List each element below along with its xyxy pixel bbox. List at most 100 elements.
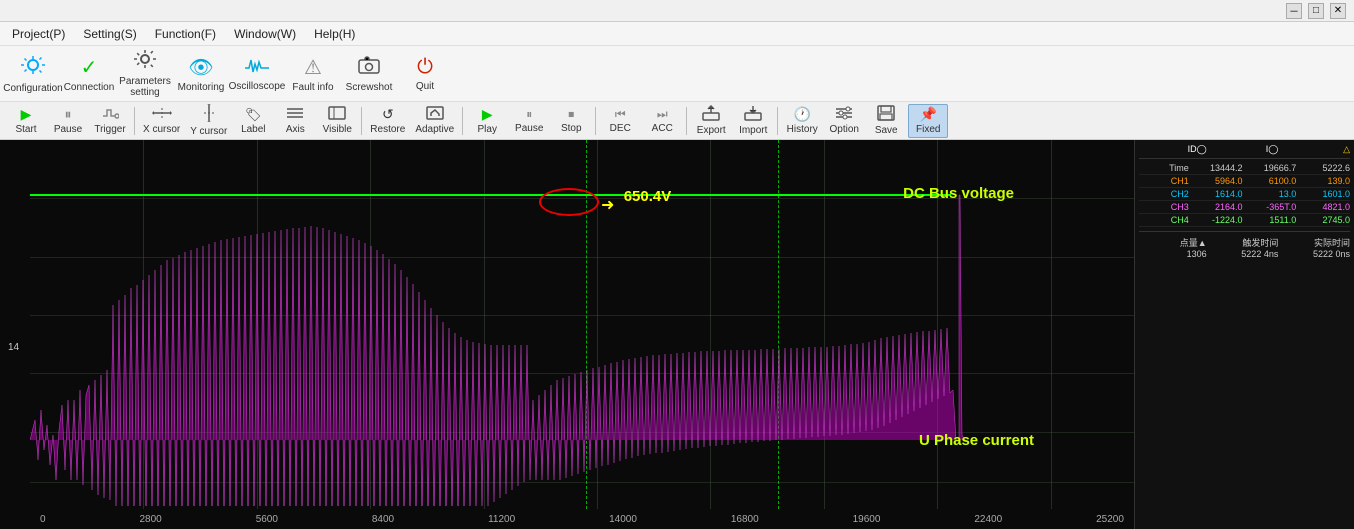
rp-ch3-v1: 2164.0 xyxy=(1193,202,1243,212)
menu-bar: Project(P) Setting(S) Function(F) Window… xyxy=(0,22,1354,46)
menu-project[interactable]: Project(P) xyxy=(4,25,73,43)
stop-label: Stop xyxy=(561,123,582,134)
history-button[interactable]: 🕐 History xyxy=(782,104,822,138)
faultinfo-label: Fault info xyxy=(292,82,333,93)
rp-time-v2: 19666.7 xyxy=(1247,163,1297,173)
stop-button[interactable]: ⏹ Stop xyxy=(551,104,591,138)
rp-footer: 点量▲ 触发时间 实际时间 1306 5222 4ns 5222 0ns xyxy=(1139,231,1350,259)
export-label: Export xyxy=(697,125,726,136)
main-toolbar: Configuration ✓ Connection Parameters se… xyxy=(0,46,1354,102)
rp-ch1-v3: 139.0 xyxy=(1300,176,1350,186)
rp-footer-val-2: 5222 0ns xyxy=(1282,249,1350,259)
save-button[interactable]: Save xyxy=(866,104,906,138)
adaptive-button[interactable]: Adaptive xyxy=(411,104,458,138)
rp-col-delta: △ xyxy=(1282,144,1350,155)
option-label: Option xyxy=(830,124,859,135)
rp-ch1-row: CH1 5964.0 6100.0 139.0 xyxy=(1139,175,1350,188)
rp-time-label: Time xyxy=(1139,163,1189,173)
export-button[interactable]: Export xyxy=(691,104,731,138)
play-button[interactable]: ▶ Play xyxy=(467,104,507,138)
pause2-button[interactable]: ⏸ Pause xyxy=(509,104,549,138)
label-icon: 🏷 xyxy=(245,107,262,123)
axis-button[interactable]: Axis xyxy=(275,104,315,138)
save-icon xyxy=(877,105,895,124)
rp-ch4-v2: 1511.0 xyxy=(1247,215,1297,225)
option-button[interactable]: Option xyxy=(824,104,864,138)
adaptive-label: Adaptive xyxy=(415,124,454,135)
grid-v-3 xyxy=(370,140,371,509)
rp-time-row: Time 13444.2 19666.7 5222.6 xyxy=(1139,162,1350,175)
dc-bus-label: DC Bus voltage xyxy=(903,185,1014,202)
menu-help[interactable]: Help(H) xyxy=(306,25,363,43)
start-button[interactable]: ▶ Start xyxy=(6,104,46,138)
rp-ch4-row: CH4 -1224.0 1511.0 2745.0 xyxy=(1139,214,1350,227)
label-button[interactable]: 🏷 Label xyxy=(233,104,273,138)
connection-button[interactable]: ✓ Connection xyxy=(62,49,116,99)
title-controls[interactable]: － □ ✕ xyxy=(1286,3,1346,19)
grid-v-7 xyxy=(824,140,825,509)
parameters-button[interactable]: Parameters setting xyxy=(118,49,172,99)
voltage-ellipse xyxy=(539,188,599,216)
fixed-button[interactable]: 📌 Fixed xyxy=(908,104,948,138)
xcursor-icon xyxy=(152,106,172,123)
maximize-button[interactable]: □ xyxy=(1308,3,1324,19)
sep6 xyxy=(777,107,778,135)
trigger-label: Trigger xyxy=(94,124,125,135)
trigger-button[interactable]: Trigger xyxy=(90,104,130,138)
sep1 xyxy=(134,107,135,135)
menu-window[interactable]: Window(W) xyxy=(226,25,304,43)
chart-container[interactable]: DC Bus voltage ➜ 650.4V U Phase current … xyxy=(0,140,1134,529)
rp-header: ID◯ I◯ △ xyxy=(1139,144,1350,159)
screwshot-button[interactable]: Screwshot xyxy=(342,49,396,99)
rp-ch1-v2: 6100.0 xyxy=(1247,176,1297,186)
pause-button[interactable]: ⏸ Pause xyxy=(48,104,88,138)
rp-footer-label-2: 实际时间 xyxy=(1282,236,1350,249)
rp-footer-val-0: 1306 xyxy=(1139,249,1207,259)
voltage-arrow: ➜ xyxy=(601,195,614,215)
faultinfo-button[interactable]: ⚠ Fault info xyxy=(286,49,340,99)
ycursor-button[interactable]: Y cursor xyxy=(186,104,231,138)
visible-button[interactable]: Visible xyxy=(317,104,357,138)
monitoring-button[interactable]: 👁 Monitoring xyxy=(174,49,228,99)
acc-button[interactable]: ⏭ ACC xyxy=(642,104,682,138)
sep2 xyxy=(361,107,362,135)
rp-ch3-v3: 4821.0 xyxy=(1300,202,1350,212)
trigger-icon xyxy=(101,106,119,123)
visible-icon xyxy=(328,106,346,123)
rp-ch3-v2: -365T.0 xyxy=(1247,202,1297,212)
quit-button[interactable]: ⏻ Quit xyxy=(398,49,452,99)
x-label-1: 2800 xyxy=(140,514,162,525)
connection-label: Connection xyxy=(64,82,115,93)
cursor-line-2 xyxy=(778,140,779,509)
rp-ch3-label: CH3 xyxy=(1139,202,1189,212)
quit-icon: ⏻ xyxy=(417,56,433,79)
rp-footer-label-0: 点量▲ xyxy=(1139,236,1207,249)
play-icon: ▶ xyxy=(482,106,493,123)
monitoring-icon: 👁 xyxy=(188,55,213,80)
rp-ch4-label: CH4 xyxy=(1139,215,1189,225)
history-icon: 🕐 xyxy=(794,106,811,123)
restore-button[interactable]: ↺ Restore xyxy=(366,104,409,138)
oscilloscope-button[interactable]: Oscilloscope xyxy=(230,49,284,99)
minimize-button[interactable]: － xyxy=(1286,3,1302,19)
restore-label: Restore xyxy=(370,124,405,135)
menu-function[interactable]: Function(F) xyxy=(147,25,224,43)
rp-ch4-v3: 2745.0 xyxy=(1300,215,1350,225)
menu-setting[interactable]: Setting(S) xyxy=(75,25,144,43)
rp-footer-labels: 点量▲ 触发时间 实际时间 xyxy=(1139,236,1350,249)
close-button[interactable]: ✕ xyxy=(1330,3,1346,19)
xcursor-button[interactable]: X cursor xyxy=(139,104,184,138)
x-label-4: 11200 xyxy=(488,514,515,525)
right-panel: ID◯ I◯ △ Time 13444.2 19666.7 5222.6 CH1… xyxy=(1134,140,1354,529)
y-axis-marker: 14 xyxy=(8,342,19,353)
dec-button[interactable]: ⏮ DEC xyxy=(600,104,640,138)
sep3 xyxy=(462,107,463,135)
label-label: Label xyxy=(241,124,265,135)
configuration-button[interactable]: Configuration xyxy=(6,49,60,99)
import-button[interactable]: Import xyxy=(733,104,773,138)
grid-h-4 xyxy=(30,373,1134,374)
parameters-label: Parameters setting xyxy=(118,76,172,98)
rp-ch2-v2: 13.0 xyxy=(1247,189,1297,199)
grid-v-2 xyxy=(257,140,258,509)
pause-icon: ⏸ xyxy=(65,106,72,123)
